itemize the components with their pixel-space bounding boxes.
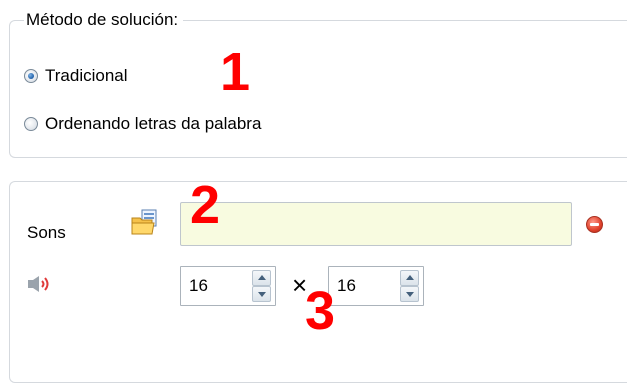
height-spinner[interactable] [328,266,424,306]
folder-icon[interactable] [130,208,160,236]
sound-file-path-input[interactable] [180,202,572,246]
arrow-up-icon [406,275,414,280]
remove-icon[interactable] [586,216,603,233]
height-decrement-button[interactable] [400,286,419,302]
height-increment-button[interactable] [400,270,419,286]
width-increment-button[interactable] [252,270,271,286]
width-input[interactable] [181,267,243,305]
sons-label: Sons [27,223,66,242]
height-input[interactable] [329,267,391,305]
radio-ordenando-letras[interactable]: Ordenando letras da palabra [24,114,261,134]
speaker-icon[interactable] [27,275,53,293]
radio-ordenando-letras-label[interactable]: Ordenando letras da palabra [45,114,261,134]
annotation-marker-3: 3 [305,281,336,341]
radio-tradicional[interactable]: Tradicional [24,66,128,86]
radio-tradicional-label[interactable]: Tradicional [45,66,128,86]
annotation-marker-1: 1 [220,42,251,102]
width-spinner[interactable] [180,266,276,306]
radio-unchecked-icon[interactable] [24,117,38,131]
width-decrement-button[interactable] [252,286,271,302]
radio-checked-icon[interactable] [24,69,38,83]
annotation-marker-2: 2 [190,175,221,235]
solution-method-group [9,20,627,158]
solution-method-legend: Método de solución: [24,10,184,30]
arrow-up-icon [258,275,266,280]
arrow-down-icon [258,292,266,297]
arrow-down-icon [406,292,414,297]
